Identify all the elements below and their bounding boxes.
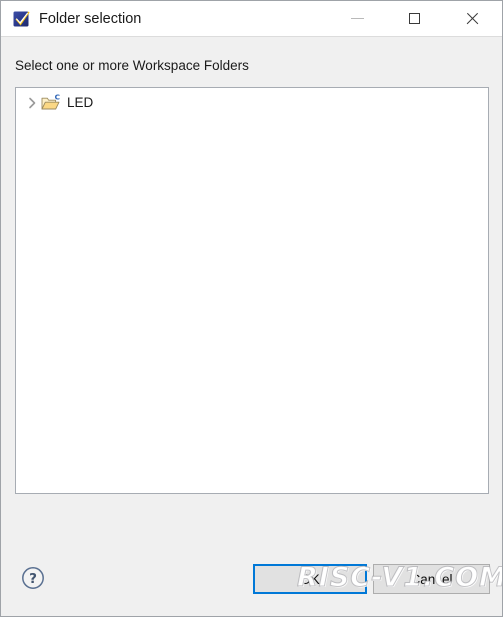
minimize-icon bbox=[351, 18, 364, 19]
c-project-folder-icon: C bbox=[41, 93, 61, 112]
tree-item-label: LED bbox=[67, 95, 94, 110]
svg-text:C: C bbox=[55, 94, 60, 102]
title-bar: Folder selection bbox=[1, 1, 502, 37]
help-button[interactable]: ? bbox=[21, 566, 45, 590]
workspace-folder-tree[interactable]: C LED bbox=[15, 87, 489, 494]
cancel-button[interactable]: Cancel bbox=[373, 564, 490, 594]
prompt-label: Select one or more Workspace Folders bbox=[15, 58, 249, 73]
dialog-body: Select one or more Workspace Folders C L… bbox=[1, 37, 502, 616]
svg-text:?: ? bbox=[29, 571, 37, 587]
folder-selection-dialog: Folder selection Select one or more Work… bbox=[0, 0, 503, 617]
window-title: Folder selection bbox=[39, 11, 142, 27]
close-icon bbox=[465, 12, 479, 26]
chevron-right-icon[interactable] bbox=[24, 94, 40, 112]
close-button[interactable] bbox=[448, 1, 495, 36]
mounriver-check-icon bbox=[12, 9, 32, 29]
tree-item-led[interactable]: C LED bbox=[24, 93, 93, 113]
minimize-button[interactable] bbox=[334, 1, 381, 36]
ok-button[interactable]: OK bbox=[253, 564, 367, 594]
maximize-button[interactable] bbox=[391, 1, 438, 36]
maximize-icon bbox=[409, 13, 420, 24]
